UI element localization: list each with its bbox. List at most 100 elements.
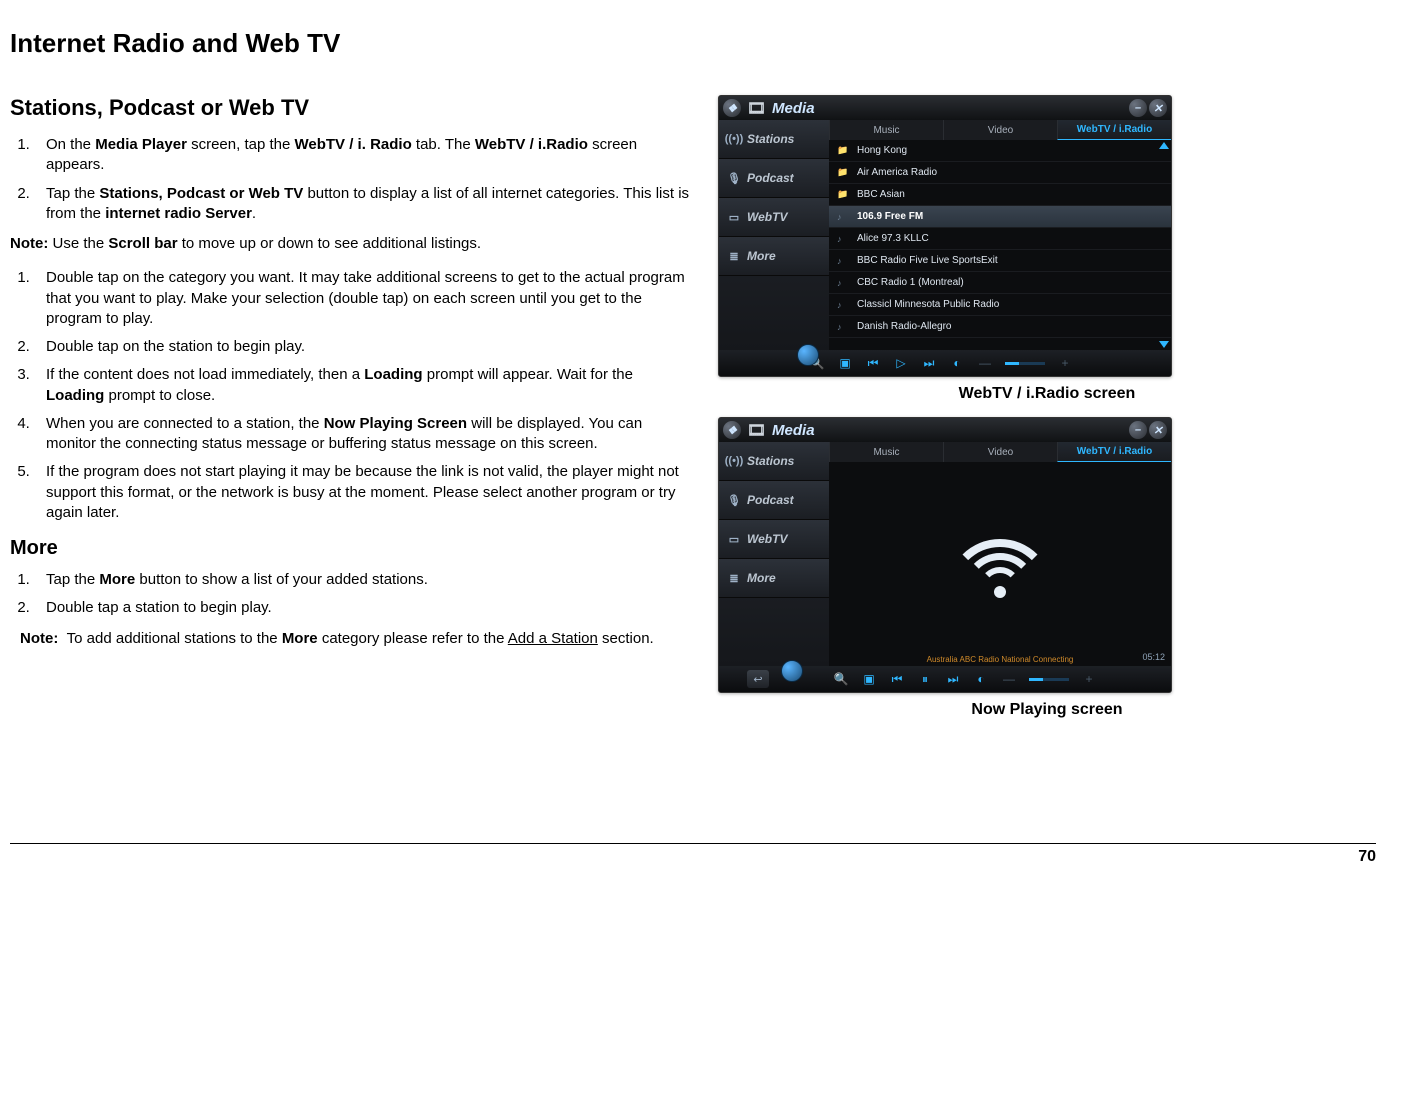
media-sidebar: ((•)) Stations 🎙Podcast ▭ WebTV ≣ More — [719, 442, 829, 666]
scroll-bar[interactable] — [1159, 142, 1169, 348]
media-tabs: MusicVideoWebTV / i.Radio — [829, 442, 1171, 462]
tab-video[interactable]: Video — [943, 442, 1057, 462]
station-list[interactable]: 📁Hong Kong📁Air America Radio📁BBC Asian♪1… — [829, 140, 1171, 350]
page-title: Internet Radio and Web TV — [10, 28, 1376, 59]
stations-icon: ((•)) — [727, 454, 741, 468]
close-button[interactable]: ✕ — [1149, 99, 1167, 117]
station-label: Alice 97.3 KLLC — [857, 233, 929, 244]
sidebar-item-label: More — [747, 571, 776, 585]
scroll-down-icon[interactable] — [1159, 341, 1169, 348]
folder-icon: 📁 — [837, 189, 849, 200]
next-icon[interactable]: ⏭ — [921, 356, 937, 371]
vol-up-icon[interactable]: + — [1081, 672, 1097, 686]
sidebar-item-more[interactable]: ≣More — [719, 237, 829, 276]
app-icon: ❖ — [723, 99, 741, 117]
station-label: 106.9 Free FM — [857, 211, 923, 222]
tab-video[interactable]: Video — [943, 120, 1057, 140]
volume-slider[interactable] — [1005, 362, 1045, 365]
station-label: CBC Radio 1 (Montreal) — [857, 277, 964, 288]
station-row[interactable]: ♪ Alice 97.3 KLLC — [829, 228, 1171, 250]
sidebar-item-label: More — [747, 249, 776, 263]
audio-icon: ♪ — [837, 234, 849, 244]
app-icon: ❖ — [723, 421, 741, 439]
station-label: Hong Kong — [857, 145, 907, 156]
timecode: 05:12 — [1142, 652, 1165, 662]
station-row[interactable]: ♪BBC Radio Five Live SportsExit — [829, 250, 1171, 272]
list-item: If the program does not start playing it… — [34, 462, 690, 523]
station-row[interactable]: 📁 Air America Radio — [829, 162, 1171, 184]
list-item: Tap the Stations, Podcast or Web TV butt… — [34, 184, 690, 225]
minimize-button[interactable]: – — [1129, 99, 1147, 117]
tab-webtv-i-radio[interactable]: WebTV / i.Radio — [1057, 120, 1171, 140]
sidebar-item-stations[interactable]: ((•)) Stations — [719, 442, 829, 481]
station-row[interactable]: ♪106.9 Free FM — [829, 206, 1171, 228]
note-scrollbar: Note: Use the Scroll bar to move up or d… — [10, 234, 690, 254]
volume-slider[interactable] — [1029, 678, 1069, 681]
sidebar-item-label: WebTV — [747, 210, 787, 224]
stop-icon[interactable]: ▣ — [861, 672, 877, 686]
station-label: Danish Radio-Allegro — [857, 321, 952, 332]
list-item: On the Media Player screen, tap the WebT… — [34, 135, 690, 176]
pause-icon[interactable]: ⏸ — [917, 672, 933, 687]
audio-icon: ♪ — [837, 278, 849, 288]
more-icon: ≣ — [727, 571, 741, 585]
vol-up-icon[interactable]: + — [1057, 356, 1073, 370]
sidebar-item-label: Podcast — [747, 493, 794, 507]
station-row[interactable]: ♪Danish Radio-Allegro — [829, 316, 1171, 338]
list-item: Tap the More button to show a list of yo… — [34, 570, 690, 590]
sidebar-item-label: WebTV — [747, 532, 787, 546]
list-item: Double tap on the station to begin play. — [34, 337, 690, 357]
station-row[interactable]: 📁 Hong Kong — [829, 140, 1171, 162]
station-row[interactable]: ♪Classicl Minnesota Public Radio — [829, 294, 1171, 316]
station-row[interactable]: ♪ CBC Radio 1 (Montreal) — [829, 272, 1171, 294]
tab-music[interactable]: Music — [829, 120, 943, 140]
sidebar-item-podcast[interactable]: 🎙Podcast — [719, 159, 829, 198]
list-item: If the content does not load immediately… — [34, 365, 690, 406]
screenshot-nowplaying: ❖ 🎞 Media – ✕ ((•))Stations🎙Podcast▭WebT… — [718, 417, 1172, 693]
screenshot-webtv: ❖ 🎞 Media – ✕ ((•))Stations🎙Podcast▭WebT… — [718, 95, 1172, 377]
status-text: Australia ABC Radio National Connecting — [927, 655, 1074, 664]
scroll-up-icon[interactable] — [1159, 142, 1169, 149]
play-icon[interactable]: ▷ — [893, 356, 909, 370]
tab-webtv-i-radio[interactable]: WebTV / i.Radio — [1057, 442, 1171, 462]
station-label: Air America Radio — [857, 167, 937, 178]
sidebar-item-webtv[interactable]: ▭WebTV — [719, 198, 829, 237]
list-item: Double tap a station to begin play. — [34, 598, 690, 618]
window-title: Media — [772, 422, 815, 439]
jog-knob[interactable] — [781, 660, 803, 682]
vol-down-icon[interactable]: — — [1001, 672, 1017, 686]
section-stations-title: Stations, Podcast or Web TV — [10, 95, 690, 121]
loop-icon[interactable]: ◐ — [949, 356, 965, 370]
loop-icon[interactable]: ◐ — [973, 672, 989, 686]
note-add-station: Note: To add additional stations to the … — [10, 629, 690, 649]
sidebar-item-label: Stations — [747, 454, 794, 468]
minimize-button[interactable]: – — [1129, 421, 1147, 439]
back-button[interactable]: ↩ — [747, 670, 769, 688]
list-item: When you are connected to a station, the… — [34, 414, 690, 455]
station-label: BBC Radio Five Live SportsExit — [857, 255, 998, 266]
stop-icon[interactable]: ▣ — [837, 356, 853, 370]
folder-icon: 📁 — [837, 145, 849, 156]
search-icon[interactable]: 🔍 — [833, 672, 849, 686]
sidebar-item-more[interactable]: ≣ More — [719, 559, 829, 598]
tab-music[interactable]: Music — [829, 442, 943, 462]
steps-list: Double tap on the category you want. It … — [10, 268, 690, 523]
stations-icon: ((•)) — [727, 132, 741, 146]
player-toolbar: ↩ 🔍 ▣ ⏮ ⏸ ⏭ ◐ — + — [719, 666, 1171, 692]
sidebar-item-stations[interactable]: ((•))Stations — [719, 120, 829, 159]
close-button[interactable]: ✕ — [1149, 421, 1167, 439]
prev-icon[interactable]: ⏮ — [865, 356, 881, 371]
caption-webtv: WebTV / i.Radio screen — [718, 385, 1376, 403]
station-row[interactable]: 📁BBC Asian — [829, 184, 1171, 206]
sidebar-item-webtv[interactable]: ▭ WebTV — [719, 520, 829, 559]
film-icon: 🎞 — [747, 99, 766, 117]
next-icon[interactable]: ⏭ — [945, 672, 961, 687]
vol-down-icon[interactable]: — — [977, 356, 993, 370]
sidebar-item-podcast[interactable]: 🎙Podcast — [719, 481, 829, 520]
player-toolbar: 🔍 ▣ ⏮ ▷ ⏭ ◐ — + — [719, 350, 1171, 376]
jog-knob[interactable] — [797, 344, 819, 366]
prev-icon[interactable]: ⏮ — [889, 672, 905, 687]
folder-icon: 📁 — [837, 167, 849, 178]
media-sidebar: ((•))Stations🎙Podcast▭WebTV≣More — [719, 120, 829, 350]
webtv-icon: ▭ — [727, 532, 741, 546]
